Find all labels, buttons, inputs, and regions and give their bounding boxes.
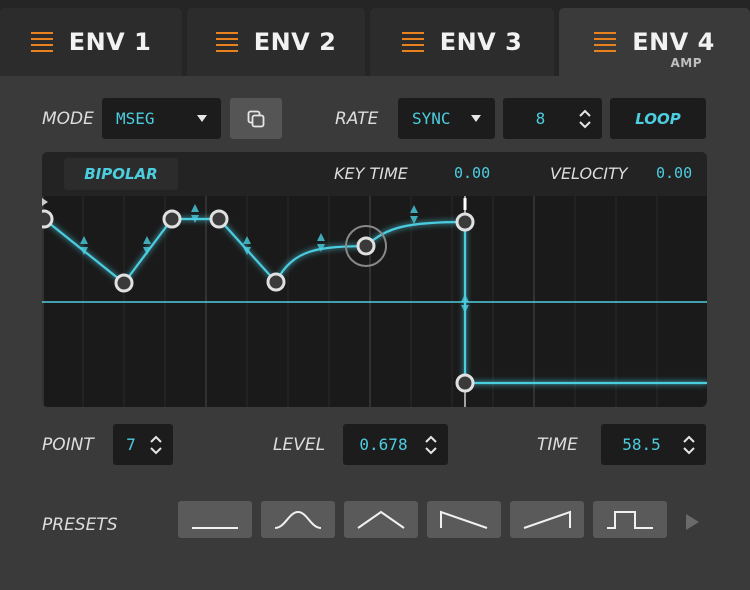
envelope-point xyxy=(162,209,182,229)
rate-value: SYNC xyxy=(412,109,451,128)
curve-handle-icon xyxy=(143,236,151,255)
copy-button[interactable] xyxy=(230,98,282,139)
menu-icon xyxy=(215,28,238,56)
loop-button[interactable]: LOOP xyxy=(610,98,706,139)
copy-icon xyxy=(247,110,265,127)
point-label: POINT xyxy=(42,435,94,455)
preset-square-button[interactable] xyxy=(593,501,667,538)
ramp-up-icon xyxy=(523,510,571,529)
start-marker-icon xyxy=(42,198,48,206)
envelope-point xyxy=(42,209,54,229)
preset-bell-button[interactable] xyxy=(261,501,335,538)
envelope-point xyxy=(114,273,134,293)
tab-env-2[interactable]: ENV 2 xyxy=(187,8,365,76)
rate-label: RATE xyxy=(335,109,379,129)
stepper-arrows-icon[interactable] xyxy=(424,433,438,457)
level-label: LEVEL xyxy=(273,435,326,455)
mode-dropdown[interactable]: MSEG xyxy=(102,98,221,139)
play-icon[interactable] xyxy=(686,514,699,530)
level-value: 0.678 xyxy=(359,435,408,454)
tab-label: ENV 3 xyxy=(439,28,523,56)
envelope-point xyxy=(455,373,475,393)
tab-bar: ENV 1 ENV 2 ENV 3 ENV 4 AMP xyxy=(0,0,750,76)
tab-label: ENV 4 xyxy=(632,28,715,56)
envelope-point xyxy=(266,272,286,292)
time-label: TIME xyxy=(537,435,578,455)
menu-icon xyxy=(30,28,53,56)
envelope-graph[interactable] xyxy=(42,152,707,407)
curve-handle-icon xyxy=(191,204,199,223)
menu-icon xyxy=(401,28,424,56)
tab-label: ENV 1 xyxy=(68,28,152,56)
point-value: 7 xyxy=(126,435,136,454)
tab-env-4[interactable]: ENV 4 AMP xyxy=(559,8,750,76)
tab-sub-label: AMP xyxy=(670,56,702,70)
ramp-down-icon xyxy=(440,510,488,529)
mseg-editor[interactable]: BIPOLAR KEY TIME 0.00 VELOCITY 0.00 xyxy=(42,152,707,407)
preset-flat-button[interactable] xyxy=(178,501,252,538)
preset-triangle-button[interactable] xyxy=(344,501,418,538)
flat-icon xyxy=(192,526,238,529)
envelope-point-selected xyxy=(356,236,376,256)
stepper-arrows-icon[interactable] xyxy=(578,107,592,131)
tab-label: ENV 2 xyxy=(253,28,337,56)
mode-label: MODE xyxy=(42,109,94,129)
mode-value: MSEG xyxy=(116,109,155,128)
preset-ramp-down-button[interactable] xyxy=(427,501,501,538)
menu-icon xyxy=(594,28,617,56)
time-stepper[interactable]: 58.5 xyxy=(601,424,706,465)
tab-env-3[interactable]: ENV 3 xyxy=(370,8,554,76)
envelope-points[interactable] xyxy=(42,209,475,393)
time-value: 58.5 xyxy=(622,435,661,454)
square-icon xyxy=(607,510,653,529)
stepper-arrows-icon[interactable] xyxy=(149,433,163,457)
rate-division-value: 8 xyxy=(535,109,546,128)
envelope-point xyxy=(209,209,229,229)
triangle-icon xyxy=(357,510,405,529)
chevron-down-icon xyxy=(471,115,481,122)
chevron-down-icon xyxy=(197,115,207,122)
level-stepper[interactable]: 0.678 xyxy=(343,424,448,465)
rate-division-stepper[interactable]: 8 xyxy=(503,98,602,139)
envelope-point xyxy=(455,212,475,232)
bell-icon xyxy=(274,510,322,529)
presets-label: PRESETS xyxy=(42,515,118,535)
point-stepper[interactable]: 7 xyxy=(113,424,173,465)
rate-dropdown[interactable]: SYNC xyxy=(398,98,495,139)
tab-env-1[interactable]: ENV 1 xyxy=(0,8,182,76)
preset-ramp-up-button[interactable] xyxy=(510,501,584,538)
stepper-arrows-icon[interactable] xyxy=(682,433,696,457)
